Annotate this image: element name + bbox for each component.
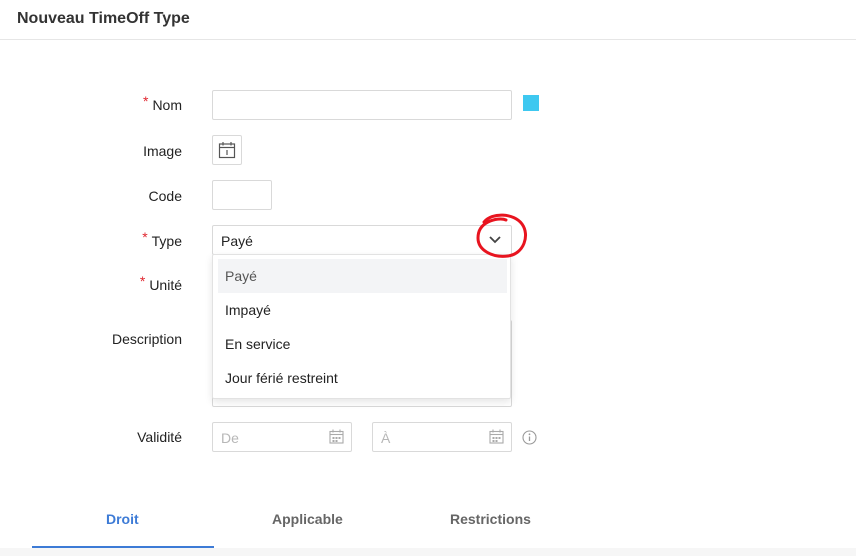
chevron-down-icon[interactable] [488, 234, 502, 246]
type-option-paye[interactable]: Payé [218, 259, 507, 293]
type-option-jour-ferie-restreint[interactable]: Jour férié restreint [218, 361, 507, 395]
calendar-icon [218, 142, 236, 159]
tabs-divider [0, 548, 856, 556]
tab-restrictions[interactable]: Restrictions [450, 511, 531, 527]
required-marker: * [139, 273, 146, 289]
image-label: Image [143, 143, 182, 159]
tab-droit[interactable]: Droit [106, 511, 139, 527]
description-label: Description [111, 331, 182, 347]
info-icon[interactable] [522, 430, 537, 445]
validite-label: Validité [137, 429, 182, 445]
page-header: Nouveau TimeOff Type [0, 0, 856, 40]
code-input[interactable] [212, 180, 272, 210]
validite-from-placeholder: De [221, 430, 239, 446]
type-dropdown-menu: Payé Impayé En service Jour férié restre… [212, 254, 511, 399]
code-label: Code [148, 188, 182, 204]
nom-label: * Nom [142, 93, 182, 113]
type-select[interactable] [212, 225, 512, 255]
type-select-value: Payé [221, 233, 253, 249]
calendar-icon[interactable] [489, 429, 504, 444]
type-option-en-service[interactable]: En service [218, 327, 507, 361]
calendar-icon[interactable] [329, 429, 344, 444]
color-picker-swatch[interactable] [523, 95, 539, 111]
page-title: Nouveau TimeOff Type [17, 10, 190, 27]
tab-applicable[interactable]: Applicable [272, 511, 343, 527]
unite-label: * Unité [139, 273, 182, 293]
required-marker: * [142, 93, 149, 109]
type-label: * Type [142, 229, 182, 249]
validite-to-placeholder: À [381, 430, 391, 446]
nom-input[interactable] [212, 90, 512, 120]
image-picker-button[interactable] [212, 135, 242, 165]
required-marker: * [142, 229, 148, 245]
type-option-impaye[interactable]: Impayé [218, 293, 507, 327]
